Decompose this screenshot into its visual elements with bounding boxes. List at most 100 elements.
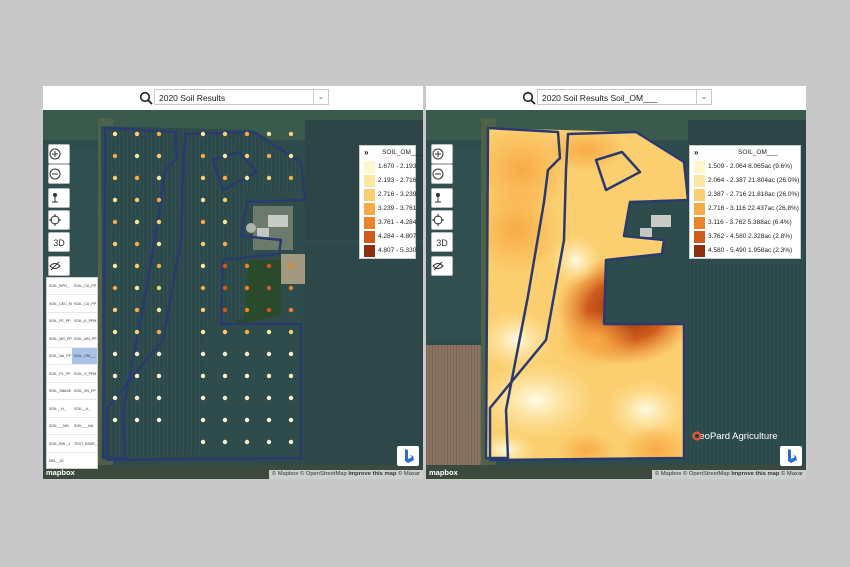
sample-point [288,285,294,291]
chevrons-right-icon[interactable]: » [364,148,368,157]
sample-point [112,219,118,225]
search-icon[interactable] [522,91,536,105]
left-map[interactable]: 3D SOIL_BPH_ SOIL_CU_PP SOIL_CEC_M SOIL_CU_… [43,110,423,479]
zoom-out-button[interactable] [48,164,70,184]
attribute-item[interactable]: SOIL_CU_PP [72,278,97,295]
attribution-tail: © Maxar [398,471,420,477]
sample-point [134,197,140,203]
sample-point [200,241,206,247]
bing-icon [788,449,797,463]
sample-point [156,263,162,269]
sample-point [156,307,162,313]
sample-point [222,175,228,181]
view-3d-button[interactable]: 3D [48,232,70,252]
geopard-name: GeoPard Agriculture [692,431,778,442]
layer-select[interactable]: 2020 Soil Results Soil_OM___ ⌄ [537,89,712,105]
bing-button[interactable] [780,446,802,466]
zoom-in-button[interactable] [431,144,453,164]
sample-point [288,263,294,269]
sample-point [134,395,140,401]
bing-button[interactable] [397,446,419,466]
locate-button[interactable] [48,210,70,230]
attribute-item[interactable]: SOIL_K_PPM [72,313,97,330]
sample-point [200,263,206,269]
sample-point [200,307,206,313]
legend-header[interactable]: » SOIL_OM___ [360,146,422,160]
sample-point [288,175,294,181]
attribute-item[interactable]: SOIL___MG [47,418,72,435]
sample-point [222,285,228,291]
view-3d-button[interactable]: 3D [431,232,453,252]
attribute-item[interactable]: NEL__ID [47,453,72,468]
attribute-item[interactable]: SOIL_SBASE [47,383,72,400]
attribute-item[interactable]: TEXT_BASE_L [72,436,97,453]
attribute-item[interactable]: SOIL__K_ [72,401,97,418]
chevrons-right-icon[interactable]: » [694,148,698,157]
zoom-in-button[interactable] [48,144,70,164]
sample-point [244,307,250,313]
attribute-item[interactable]: SOIL_MG_PP [47,331,72,348]
attribute-item[interactable]: SOIL_OM___ [72,348,97,365]
attribute-item[interactable]: SOIL_P1_PP [47,366,72,383]
attribute-item[interactable]: SOIL_FE_PP [47,313,72,330]
attribute-item[interactable]: SOIL_NA_PP [47,348,72,365]
attribute-item[interactable]: SOIL_ZN_PP [72,383,97,400]
search-icon[interactable] [139,91,153,105]
sample-point [200,219,206,225]
pin-button[interactable] [48,188,70,208]
legend-title: SOIL_OM___ [738,149,778,156]
legend-swatch [364,189,375,201]
sample-point [112,175,118,181]
layer-select-value: 2020 Soil Results [159,93,226,103]
legend-label: 2.716 - 3.239 [378,191,417,198]
attribute-item[interactable]: SOIL__H_ [47,401,72,418]
sample-point [112,241,118,247]
crosshair-icon [432,214,444,226]
sample-point [266,153,272,159]
map-attribution: © Mapbox © OpenStreetMap Improve this ma… [268,470,423,479]
improve-map-link[interactable]: Improve this map [348,471,396,477]
attribution-text: © Mapbox © OpenStreetMap [271,471,347,477]
legend-header[interactable]: » SOIL_OM___ [690,146,800,160]
sample-point [200,439,206,445]
legend-row: 4.580 - 5.490 1.958ac (2.3%) [690,244,800,258]
sample-point [156,285,162,291]
chevron-down-icon[interactable]: ⌄ [696,90,711,104]
legend: » SOIL_OM___ 1.509 - 2.064 8.065ac (9.6%… [689,145,801,259]
sample-point [222,241,228,247]
attribute-item[interactable]: SOIL_MN_PP [72,331,97,348]
attribute-item[interactable]: SOIL_CU_PP [72,296,97,313]
improve-map-link[interactable]: Improve this map [731,471,779,477]
zoom-out-button[interactable] [431,164,453,184]
geopard-watermark: GeoPard Agriculture [692,431,778,442]
attribute-item[interactable]: SOIL___NA [72,418,97,435]
attribute-item[interactable] [72,453,97,468]
view-3d-label: 3D [436,238,448,248]
locate-button[interactable] [431,210,453,230]
attribute-item[interactable]: SOIL_BHL_1 [47,436,72,453]
left-map-panel: 2020 Soil Results ⌄ 3D SOIL_BPH_ SOIL_CU… [43,86,423,479]
sample-point [222,263,228,269]
attribute-item[interactable]: SOIL_CEC_M [47,296,72,313]
visibility-toggle[interactable] [431,256,453,276]
sample-point [266,175,272,181]
crosshair-icon [49,214,61,226]
sample-point [200,197,206,203]
sample-point [156,351,162,357]
sample-point [112,351,118,357]
chevron-down-icon[interactable]: ⌄ [313,90,328,104]
sample-point [266,439,272,445]
legend-swatch [364,175,375,187]
visibility-toggle[interactable] [48,256,70,276]
sample-point [134,373,140,379]
sample-point [266,417,272,423]
layer-select[interactable]: 2020 Soil Results ⌄ [154,89,329,105]
attribute-item[interactable]: SOIL_BPH_ [47,278,72,295]
attribute-item[interactable]: SOIL_S_PPM [72,366,97,383]
pin-button[interactable] [431,188,453,208]
right-map[interactable]: 3D » SOIL_OM___ 1.509 - 2.064 8.065ac (9… [426,110,806,479]
legend-label: 3.762 - 4.580 2.328ac (2.8%) [708,233,793,240]
minus-icon [49,168,61,180]
legend-row: 2.387 - 2.716 21.818ac (26.0%) [690,188,800,202]
sample-point [134,175,140,181]
